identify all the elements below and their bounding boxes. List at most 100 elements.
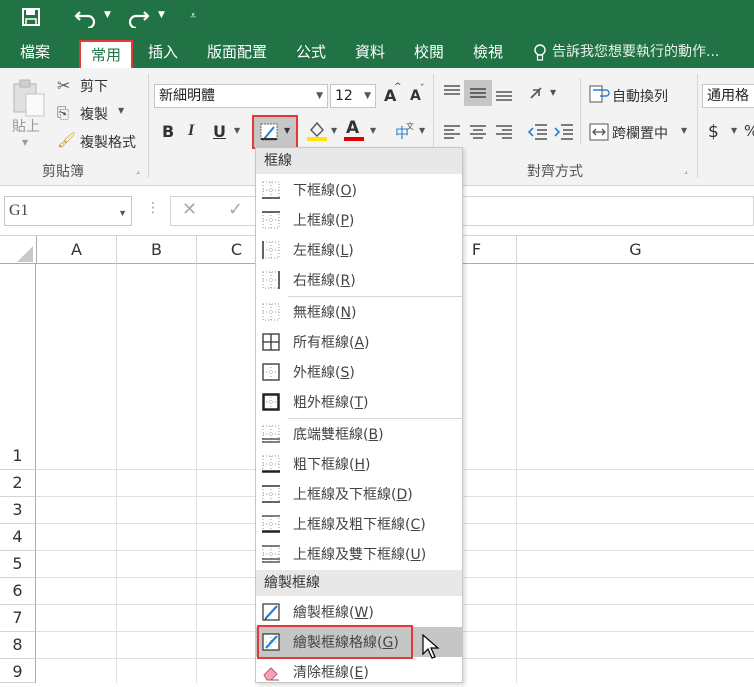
menu-item-all-borders[interactable]: 所有框線(A)	[256, 327, 462, 357]
menu-item-bottom-border[interactable]: 下框線(O)	[256, 175, 462, 205]
menu-item-no-border[interactable]: 無框線(N)	[256, 297, 462, 327]
font-color-button[interactable]: A	[346, 118, 359, 138]
row-header-4[interactable]: 4	[0, 524, 36, 551]
tab-page-layout[interactable]: 版面配置	[207, 36, 267, 68]
cut-button[interactable]: 剪下	[80, 76, 108, 96]
paste-dropdown-icon[interactable]: ▼	[22, 138, 28, 147]
tab-formulas[interactable]: 公式	[296, 36, 326, 68]
menu-item-top-double-bottom-border[interactable]: 上框線及雙下框線(U)	[256, 539, 462, 569]
number-format-combo[interactable]: 通用格式	[702, 84, 754, 108]
font-size-combo[interactable]: 12 ▼	[330, 84, 376, 108]
align-right-icon[interactable]	[494, 124, 514, 140]
row-header-1[interactable]: 1	[0, 264, 36, 470]
menu-item-draw-border[interactable]: 繪製框線(W)	[256, 597, 462, 627]
column-header-a[interactable]: A	[37, 236, 117, 264]
bottom-double-border-icon	[262, 425, 280, 443]
select-all-corner[interactable]	[0, 236, 37, 264]
paste-label[interactable]: 貼上	[12, 116, 40, 136]
top-bottom-border-icon	[262, 485, 280, 503]
tab-review[interactable]: 校閱	[414, 36, 444, 68]
tab-home[interactable]: 常用	[79, 40, 134, 68]
wrap-text-button[interactable]: 自動換列	[612, 86, 668, 106]
align-middle-button[interactable]	[464, 80, 492, 106]
row-header-7[interactable]: 7	[0, 605, 36, 632]
underline-button[interactable]: U	[213, 122, 226, 141]
cancel-icon[interactable]: ✕	[182, 199, 197, 220]
merge-center-button[interactable]: 跨欄置中	[612, 123, 668, 143]
menu-item-left-border[interactable]: 左框線(L)	[256, 235, 462, 265]
orientation-icon[interactable]	[528, 84, 550, 104]
chevron-down-icon[interactable]: ▼	[118, 199, 127, 227]
column-header-g[interactable]: G	[517, 236, 754, 264]
clipboard-launcher-icon[interactable]: ⌟	[136, 166, 140, 175]
borders-dropdown-icon[interactable]: ▼	[284, 126, 290, 135]
redo-icon[interactable]	[126, 6, 150, 28]
redo-dropdown-icon[interactable]: ▼	[158, 10, 165, 20]
copy-icon[interactable]: ⎘	[57, 104, 69, 122]
decrease-indent-icon[interactable]	[527, 122, 549, 142]
menu-item-top-bottom-border[interactable]: 上框線及下框線(D)	[256, 479, 462, 509]
paste-icon[interactable]	[12, 78, 46, 118]
align-left-icon[interactable]	[442, 124, 462, 140]
underline-dropdown-icon[interactable]: ▼	[234, 126, 240, 135]
row-header-6[interactable]: 6	[0, 578, 36, 605]
thick-bottom-border-icon	[262, 455, 280, 473]
italic-button[interactable]: I	[188, 122, 194, 140]
fill-color-dropdown-icon[interactable]: ▼	[331, 126, 337, 135]
copy-dropdown-icon[interactable]: ▼	[118, 106, 124, 115]
undo-icon[interactable]	[74, 6, 98, 28]
menu-item-label: 無框線(N)	[293, 305, 357, 321]
wrap-text-icon[interactable]	[588, 84, 610, 104]
phonetic-guide-icon[interactable]: 中 文	[394, 120, 416, 142]
divider	[148, 74, 149, 178]
name-box[interactable]: G1 ▼	[4, 196, 132, 226]
fill-color-icon[interactable]	[306, 120, 328, 142]
chevron-down-icon[interactable]: ▼	[316, 85, 323, 107]
format-painter-button[interactable]: 複製格式	[80, 132, 136, 152]
enter-icon[interactable]: ✓	[228, 199, 243, 220]
format-painter-icon[interactable]: 🖌	[57, 131, 76, 149]
percent-button[interactable]: %	[744, 122, 754, 140]
menu-item-label: 底端雙框線(B)	[293, 427, 384, 443]
column-header-b[interactable]: B	[117, 236, 197, 264]
formula-bar-grip-icon: ⋮	[146, 200, 160, 216]
menu-item-outside-borders[interactable]: 外框線(S)	[256, 357, 462, 387]
menu-item-right-border[interactable]: 右框線(R)	[256, 265, 462, 295]
tab-view[interactable]: 檢視	[473, 36, 503, 68]
row-header-5[interactable]: 5	[0, 551, 36, 578]
font-color-dropdown-icon[interactable]: ▼	[370, 126, 376, 135]
row-header-2[interactable]: 2	[0, 470, 36, 497]
menu-item-top-border[interactable]: 上框線(P)	[256, 205, 462, 235]
borders-button[interactable]: ▼	[252, 115, 298, 149]
phonetic-dropdown-icon[interactable]: ▼	[419, 126, 425, 135]
align-top-icon[interactable]	[442, 84, 462, 102]
menu-item-thick-bottom-border[interactable]: 粗下框線(H)	[256, 449, 462, 479]
increase-indent-icon[interactable]	[553, 122, 575, 142]
bold-button[interactable]: B	[162, 122, 174, 141]
currency-dropdown-icon[interactable]: ▼	[731, 126, 737, 135]
undo-dropdown-icon[interactable]: ▼	[104, 10, 111, 20]
merge-center-icon[interactable]	[588, 122, 610, 142]
align-bottom-icon[interactable]	[494, 84, 514, 102]
orientation-dropdown-icon[interactable]: ▼	[550, 88, 556, 97]
customize-icon[interactable]: ⩡	[190, 9, 196, 23]
row-header-9[interactable]: 9	[0, 659, 36, 683]
tell-me-box[interactable]: 告訴我您想要執行的動作...	[552, 36, 719, 68]
merge-dropdown-icon[interactable]: ▼	[681, 126, 687, 135]
scissors-icon[interactable]: ✂	[57, 76, 70, 95]
tab-insert[interactable]: 插入	[148, 36, 178, 68]
save-icon[interactable]	[22, 8, 40, 26]
currency-button[interactable]: $	[708, 122, 719, 142]
menu-item-bottom-double-border[interactable]: 底端雙框線(B)	[256, 419, 462, 449]
copy-button[interactable]: 複製	[80, 104, 108, 124]
tab-file[interactable]: 檔案	[20, 36, 50, 68]
font-name-combo[interactable]: 新細明體 ▼	[154, 84, 328, 108]
row-header-3[interactable]: 3	[0, 497, 36, 524]
menu-item-thick-outside-border[interactable]: 粗外框線(T)	[256, 387, 462, 417]
align-center-icon[interactable]	[468, 124, 488, 140]
row-header-8[interactable]: 8	[0, 632, 36, 659]
alignment-launcher-icon[interactable]: ⌟	[684, 166, 688, 175]
chevron-down-icon[interactable]: ▼	[364, 85, 371, 107]
tab-data[interactable]: 資料	[355, 36, 385, 68]
menu-item-top-thick-bottom-border[interactable]: 上框線及粗下框線(C)	[256, 509, 462, 539]
